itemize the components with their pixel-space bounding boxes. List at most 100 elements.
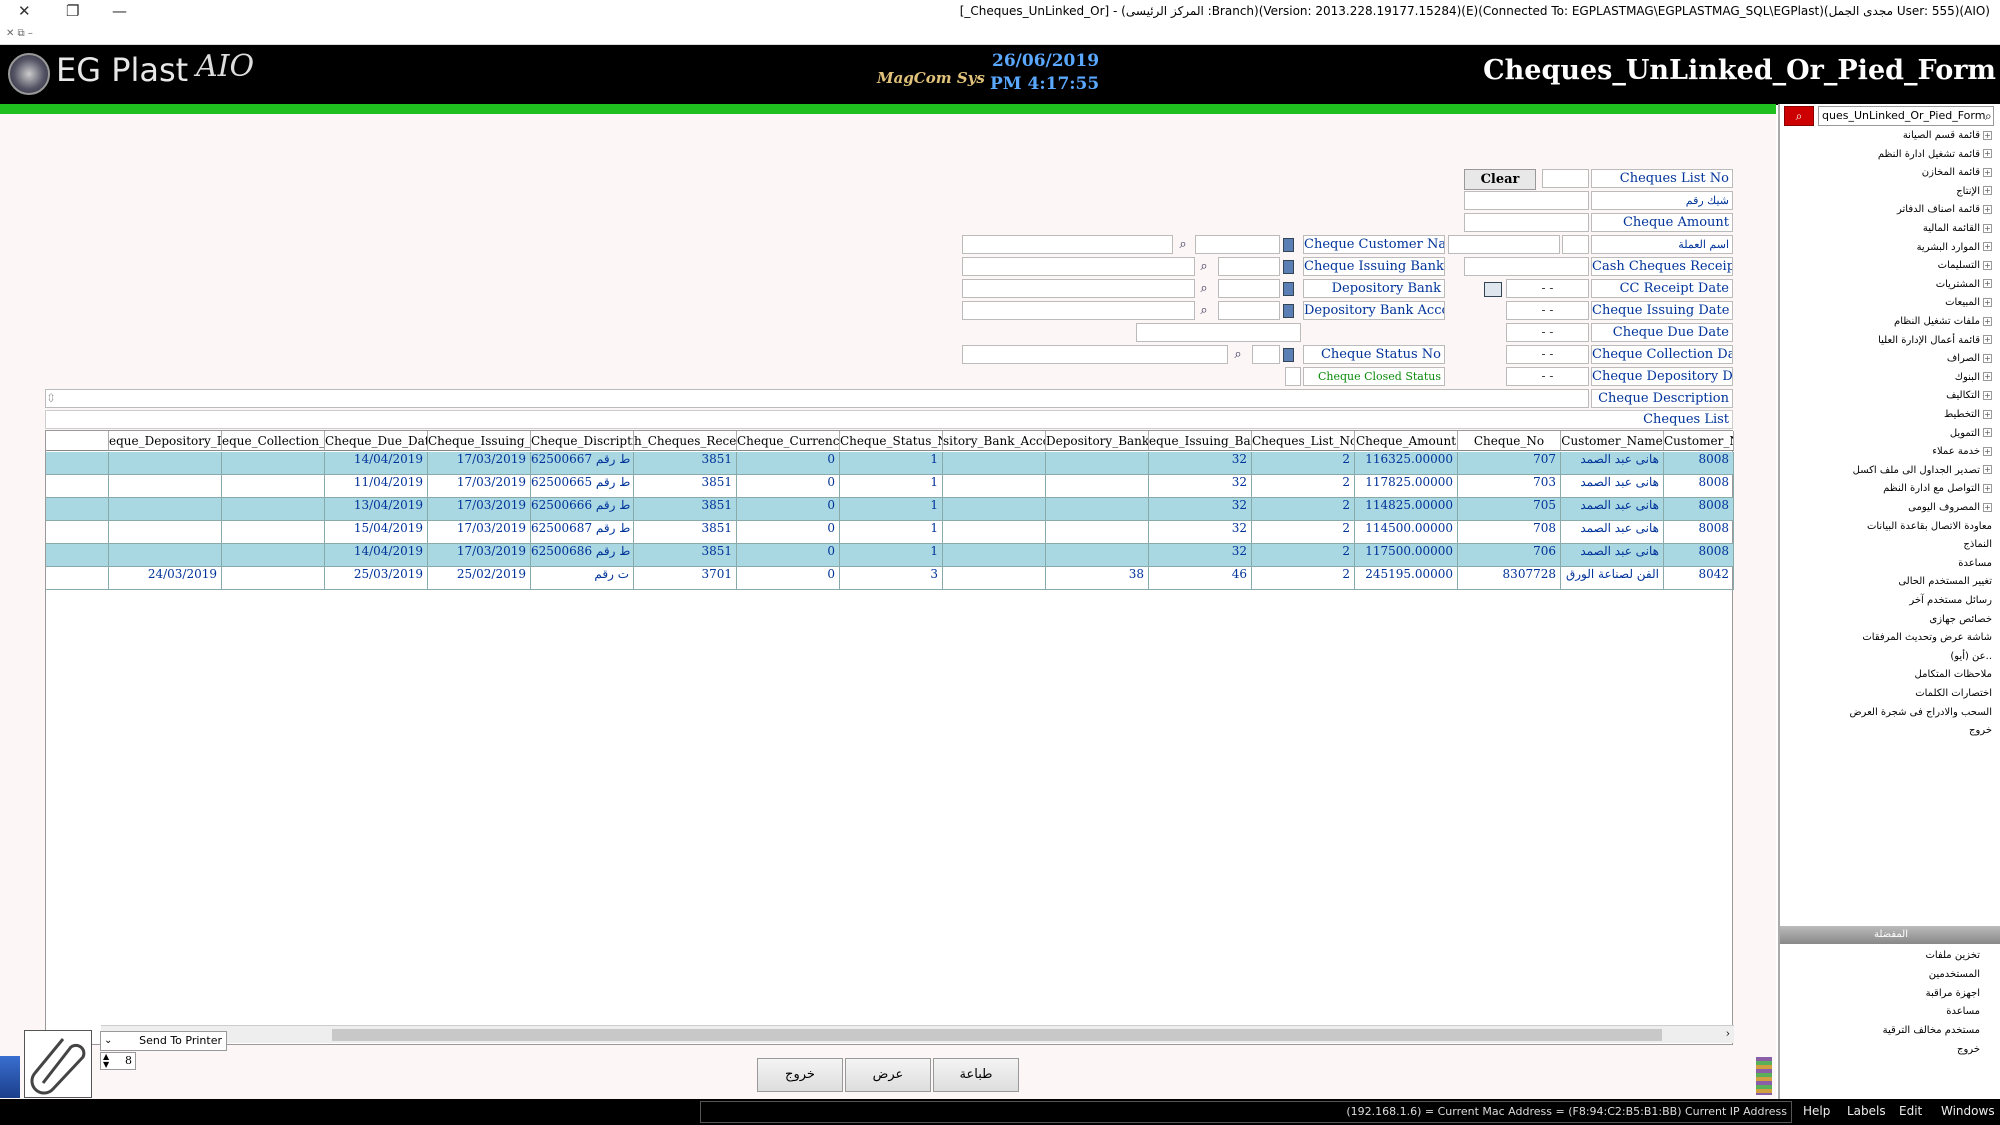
expand-icon[interactable]: + xyxy=(1983,242,1992,252)
table-cell-customer-no[interactable]: 8008 xyxy=(1664,544,1734,567)
sidebar-item[interactable]: خروج xyxy=(1969,725,1992,743)
closed-status-checkbox[interactable] xyxy=(1285,367,1301,386)
column-header[interactable]: Cheques_List_No xyxy=(1252,431,1355,451)
row-selector[interactable] xyxy=(46,498,109,521)
expand-icon[interactable]: + xyxy=(1983,260,1992,270)
row-selector[interactable] xyxy=(46,544,109,567)
expand-icon[interactable]: + xyxy=(1983,130,1992,140)
column-header[interactable]: Cheque_Issuing_Date xyxy=(428,431,531,451)
depository-bank-lookup-icon[interactable] xyxy=(1283,282,1294,296)
favorite-item[interactable]: مساعدة xyxy=(1946,1006,1980,1024)
table-row[interactable]: 8008 هانى عبد الصمد 705 114825.00000 2 32 1 0 38… xyxy=(46,498,1734,521)
table-cell-description[interactable]: ط رقم 62500667 xyxy=(531,452,634,475)
table-cell-dep-account[interactable] xyxy=(943,475,1046,498)
due-date-input[interactable]: - - xyxy=(1506,323,1589,342)
table-cell-customer-name[interactable]: الفن لصناعة الورق xyxy=(1561,567,1664,590)
table-cell-collection-date[interactable] xyxy=(222,521,325,544)
column-header[interactable]: eque_Depository_Da xyxy=(109,431,222,451)
column-header[interactable]: Customer_No xyxy=(1664,431,1734,451)
sidebar-item[interactable]: خدمة عملاء + xyxy=(1932,446,1992,464)
sidebar-item[interactable]: عن (أيو).. xyxy=(1950,651,1992,669)
sidebar-item[interactable]: التكاليف + xyxy=(1946,390,1992,408)
status-lookup-icon[interactable] xyxy=(1283,348,1294,362)
column-header[interactable]: Cheque_Discription xyxy=(531,431,634,451)
table-cell-cheque-no[interactable]: 703 xyxy=(1458,475,1561,498)
table-cell-receipt[interactable]: 3851 xyxy=(634,498,737,521)
sidebar-item[interactable]: قائمة تشغيل ادارة النظم + xyxy=(1878,149,1992,167)
expand-icon[interactable]: + xyxy=(1983,186,1992,196)
favorite-item[interactable]: تخزين ملفات xyxy=(1925,950,1980,968)
table-cell-status[interactable]: 3 xyxy=(840,567,943,590)
expand-icon[interactable]: + xyxy=(1983,335,1992,345)
table-cell-cheque-no[interactable]: 8307728 xyxy=(1458,567,1561,590)
column-header[interactable]: Customer_Name xyxy=(1561,431,1664,451)
sidebar-item[interactable]: التخطيط + xyxy=(1944,409,1992,427)
sidebar-item[interactable]: المشتريات + xyxy=(1936,279,1992,297)
table-cell-amount[interactable]: 245195.00000 xyxy=(1355,567,1458,590)
table-cell-status[interactable]: 1 xyxy=(840,521,943,544)
cheque-amount-input[interactable] xyxy=(1464,213,1589,232)
calendar-icon[interactable] xyxy=(1484,282,1502,297)
table-cell-currency[interactable]: 0 xyxy=(737,498,840,521)
column-header[interactable]: sitory_Bank_Accour xyxy=(943,431,1046,451)
column-header[interactable]: Cheque_Amount xyxy=(1355,431,1458,451)
row-selector[interactable] xyxy=(46,567,109,590)
status-search-icon[interactable]: ⌕ xyxy=(1230,347,1246,363)
extra-field[interactable] xyxy=(1136,323,1301,342)
menu-search-input[interactable]: ques_UnLinked_Or_Pied_Form xyxy=(1818,106,1994,126)
table-cell-cheque-no[interactable]: 706 xyxy=(1458,544,1561,567)
expand-icon[interactable]: + xyxy=(1983,297,1992,307)
table-cell-issuing-date[interactable]: 25/02/2019 xyxy=(428,567,531,590)
table-cell-due-date[interactable]: 13/04/2019 xyxy=(325,498,428,521)
column-header[interactable]: Cheque_Due_Date xyxy=(325,431,428,451)
table-row[interactable]: 8042 الفن لصناعة الورق 8307728 245195.00000… xyxy=(46,567,1734,590)
expand-icon[interactable]: + xyxy=(1983,390,1992,400)
table-cell-dep-bank[interactable] xyxy=(1046,521,1149,544)
currency-code-input[interactable] xyxy=(1562,235,1589,254)
table-row[interactable]: 8008 هانى عبد الصمد 708 114500.00000 2 32 1 0 38… xyxy=(46,521,1734,544)
table-cell-receipt[interactable]: 3701 xyxy=(634,567,737,590)
sidebar-item[interactable]: المصروف اليومى + xyxy=(1908,502,1992,520)
table-cell-currency[interactable]: 0 xyxy=(737,452,840,475)
expand-icon[interactable]: + xyxy=(1983,167,1992,177)
table-cell-depository-date[interactable] xyxy=(109,452,222,475)
customer-no-input[interactable] xyxy=(1195,235,1280,254)
table-cell-dep-bank[interactable] xyxy=(1046,544,1149,567)
table-cell-issuing-bank[interactable]: 46 xyxy=(1149,567,1252,590)
cash-receipt-no-input[interactable] xyxy=(1464,257,1589,276)
stepper-icon[interactable]: ▲ ▼ xyxy=(103,1053,109,1069)
sidebar-item[interactable]: الصراف + xyxy=(1947,353,1992,371)
table-cell-dep-bank[interactable]: 38 xyxy=(1046,567,1149,590)
sidebar-item[interactable]: التسليمات + xyxy=(1938,260,1992,278)
table-cell-list-no[interactable]: 2 xyxy=(1252,567,1355,590)
table-cell-due-date[interactable]: 14/04/2019 xyxy=(325,452,428,475)
sidebar-item[interactable]: اختصارات الكلمات xyxy=(1915,688,1992,706)
sidebar-item[interactable]: معاودة الاتصال بقاعدة البيانات xyxy=(1867,521,1992,539)
table-cell-description[interactable]: ط رقم 62500687 xyxy=(531,521,634,544)
row-selector[interactable] xyxy=(46,475,109,498)
sidebar-item[interactable]: المبيعات + xyxy=(1945,297,1992,315)
sidebar-item[interactable]: قائمة اصناف الدفاتر + xyxy=(1897,204,1992,222)
depository-account-input[interactable] xyxy=(1218,301,1280,320)
print-button[interactable]: طباعة xyxy=(933,1058,1019,1092)
view-button[interactable]: عرض xyxy=(845,1058,931,1092)
table-cell-dep-bank[interactable] xyxy=(1046,475,1149,498)
sidebar-item[interactable]: السحب والادراج فى شجرة العرض xyxy=(1849,707,1992,725)
search-button[interactable]: ⌕ xyxy=(1784,106,1814,126)
table-cell-receipt[interactable]: 3851 xyxy=(634,544,737,567)
column-header[interactable]: h_Cheques_Receipt_ xyxy=(634,431,737,451)
sidebar-item[interactable]: البنوك + xyxy=(1955,372,1992,390)
column-header[interactable]: Cheque_Currency_No xyxy=(737,431,840,451)
table-cell-currency[interactable]: 0 xyxy=(737,475,840,498)
table-row[interactable]: 8008 هانى عبد الصمد 703 117825.00000 2 32 1 0 38… xyxy=(46,475,1734,498)
issuing-bank-input[interactable] xyxy=(1218,257,1280,276)
table-cell-issuing-bank[interactable]: 32 xyxy=(1149,475,1252,498)
table-cell-due-date[interactable]: 25/03/2019 xyxy=(325,567,428,590)
status-no-input[interactable] xyxy=(1252,345,1280,364)
mdi-controls[interactable]: ✕ ⧉ – xyxy=(6,28,33,39)
currency-name-input[interactable] xyxy=(1448,235,1560,254)
issuing-bank-search-icon[interactable]: ⌕ xyxy=(1196,259,1212,275)
sidebar-item[interactable]: قائمة أعمال الإدارة العليا + xyxy=(1878,335,1992,353)
table-cell-collection-date[interactable] xyxy=(222,498,325,521)
menu-windows[interactable]: Windows xyxy=(1941,1104,1995,1118)
